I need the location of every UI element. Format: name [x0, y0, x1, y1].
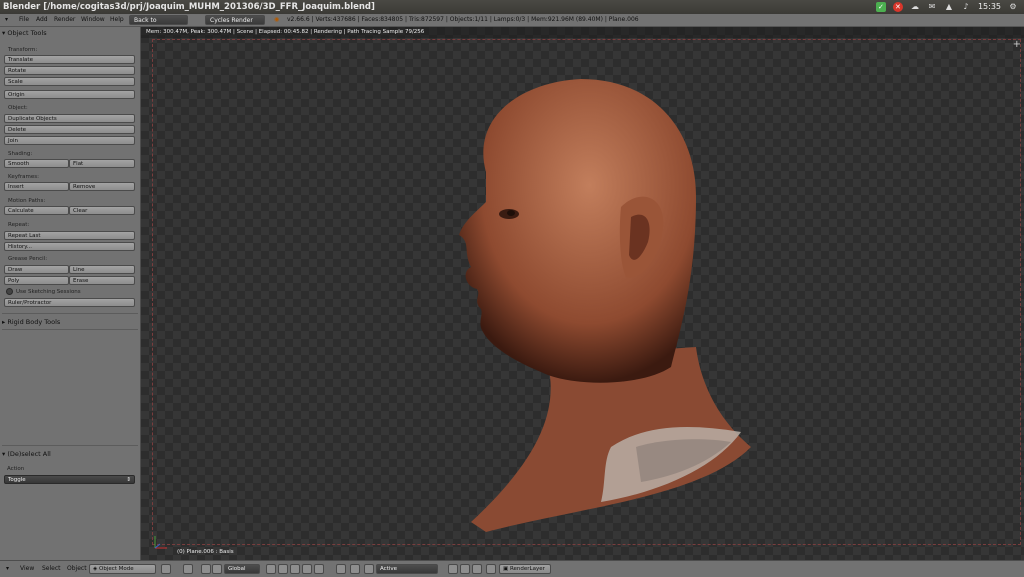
- alert-icon[interactable]: ✕: [892, 2, 903, 12]
- sketching-sessions-label: Use Sketching Sessions: [16, 289, 81, 295]
- back-to-previous-button[interactable]: Back to Previous: [129, 15, 188, 34]
- 3d-viewport[interactable]: Mem: 300.47M, Peak: 300.47M | Scene | El…: [141, 27, 1024, 560]
- opengl-render-icon[interactable]: [472, 564, 482, 574]
- axis-gizmo-icon: [154, 536, 167, 549]
- poly-button[interactable]: Poly: [4, 276, 69, 285]
- cloud-icon[interactable]: ☁: [910, 2, 920, 12]
- join-button[interactable]: Join: [4, 136, 135, 145]
- flat-button[interactable]: Flat: [69, 159, 135, 168]
- layer-3-icon[interactable]: [290, 564, 300, 574]
- update-check-icon[interactable]: ✓: [875, 2, 886, 12]
- panel-divider: [2, 329, 138, 330]
- tool-shelf: ▾ Object Tools Transform: Translate Rota…: [0, 27, 141, 560]
- render-layer-button[interactable]: ▣ RenderLayer: [499, 564, 551, 574]
- object-tools-title: Object Tools: [7, 29, 47, 37]
- manipulator-toggle-icon[interactable]: [201, 564, 211, 574]
- calculate-button[interactable]: Calculate: [4, 206, 69, 215]
- layer-4-icon[interactable]: [302, 564, 312, 574]
- editor-type-icon[interactable]: ▾: [6, 561, 9, 577]
- transform-orientation-dropdown[interactable]: Global: [224, 564, 260, 574]
- motion-paths-label: Motion Paths:: [8, 198, 46, 204]
- deselect-all-panel-header[interactable]: ▾ (De)select All: [2, 449, 51, 459]
- system-tray: ✓ ✕ ☁ ✉ ▲ ♪ 15:35 ⚙: [875, 0, 1018, 14]
- info-header: ▾ File Add Render Window Help Back to Pr…: [0, 14, 1024, 34]
- object-label: Object:: [8, 105, 28, 111]
- active-object-label: (0) Plane.006 : Basis: [177, 549, 234, 555]
- deselect-all-title: (De)select All: [7, 450, 51, 458]
- menu-window[interactable]: Window: [81, 14, 105, 26]
- mode-dropdown[interactable]: ◈ Object Mode: [89, 564, 156, 574]
- layer-2-icon[interactable]: [278, 564, 288, 574]
- translate-manipulator-icon[interactable]: [212, 564, 222, 574]
- mode-label: Object Mode: [98, 566, 134, 572]
- line-button[interactable]: Line: [69, 265, 135, 274]
- dropdown-arrow-icon: ⇕: [126, 477, 131, 483]
- menu-select[interactable]: Select: [42, 561, 61, 577]
- scene-statistics: v2.66.6 | Verts:437686 | Faces:834805 | …: [287, 16, 639, 23]
- layer-1-icon[interactable]: [266, 564, 276, 574]
- viewport-shading-icon[interactable]: [161, 564, 171, 574]
- panel-divider: [2, 313, 138, 314]
- keying-set-dropdown[interactable]: Active: [376, 564, 438, 574]
- origin-button[interactable]: Origin: [4, 90, 135, 99]
- erase-button[interactable]: Erase: [69, 276, 135, 285]
- 3d-view-header: ▾ View Select Object ◈ Object Mode Globa…: [0, 560, 1024, 577]
- layer-5-icon[interactable]: [314, 564, 324, 574]
- repeat-label: Repeat:: [8, 222, 30, 228]
- transform-label: Transform:: [8, 47, 38, 53]
- ruler-protractor-button[interactable]: Ruler/Protractor: [4, 298, 135, 307]
- menu-render[interactable]: Render: [54, 14, 75, 26]
- remove-keyframe-button[interactable]: Remove: [69, 182, 135, 191]
- action-label: Action: [7, 466, 25, 472]
- object-tools-panel-header[interactable]: ▾ Object Tools: [2, 28, 47, 38]
- translate-button[interactable]: Translate: [4, 55, 135, 64]
- volume-icon[interactable]: ♪: [961, 2, 971, 12]
- menu-view[interactable]: View: [20, 561, 34, 577]
- draw-button[interactable]: Draw: [4, 265, 69, 274]
- rotate-button[interactable]: Rotate: [4, 66, 135, 75]
- repeat-last-button[interactable]: Repeat Last: [4, 231, 135, 240]
- render-layer-icon: ▣: [503, 566, 510, 572]
- delete-button[interactable]: Delete: [4, 125, 135, 134]
- grease-pencil-label: Grease Pencil:: [8, 256, 48, 262]
- render-animation-icon[interactable]: [460, 564, 470, 574]
- action-value: Toggle: [8, 477, 26, 483]
- camera-icon[interactable]: [486, 564, 496, 574]
- pivot-point-icon[interactable]: [183, 564, 193, 574]
- power-gear-icon[interactable]: ⚙: [1008, 2, 1018, 12]
- operator-panel-divider: [2, 445, 138, 446]
- clear-button[interactable]: Clear: [69, 206, 135, 215]
- blender-logo-icon: ◉: [274, 16, 280, 23]
- info-menu-icon[interactable]: ▾: [5, 14, 8, 26]
- rigid-body-tools-panel-header[interactable]: ▸ Rigid Body Tools: [2, 317, 60, 327]
- smooth-button[interactable]: Smooth: [4, 159, 69, 168]
- clock[interactable]: 15:35: [978, 0, 1001, 14]
- render-engine-dropdown[interactable]: Cycles Render: [205, 15, 265, 25]
- snap-icon[interactable]: [364, 564, 374, 574]
- menu-help[interactable]: Help: [110, 14, 124, 26]
- menu-file[interactable]: File: [19, 14, 29, 26]
- window-title: Blender [/home/cogitas3d/prj/Joaquim_MUH…: [3, 2, 375, 12]
- render-layer-label: RenderLayer: [509, 566, 545, 572]
- duplicate-objects-button[interactable]: Duplicate Objects: [4, 114, 135, 123]
- rigid-body-tools-title: Rigid Body Tools: [7, 318, 61, 326]
- render-engine-label: Cycles Render: [210, 17, 253, 24]
- insert-keyframe-button[interactable]: Insert: [4, 182, 69, 191]
- mail-icon[interactable]: ✉: [927, 2, 937, 12]
- network-icon[interactable]: ▲: [944, 2, 954, 12]
- lock-camera-icon[interactable]: [336, 564, 346, 574]
- shading-label: Shading:: [8, 151, 33, 157]
- menu-object[interactable]: Object: [67, 561, 87, 577]
- render-still-icon[interactable]: [448, 564, 458, 574]
- sketching-sessions-checkbox[interactable]: [6, 288, 13, 295]
- window-titlebar: Blender [/home/cogitas3d/prj/Joaquim_MUH…: [0, 0, 1024, 14]
- scale-button[interactable]: Scale: [4, 77, 135, 86]
- action-dropdown[interactable]: Toggle ⇕: [4, 475, 135, 484]
- proportional-edit-icon[interactable]: [350, 564, 360, 574]
- menu-add[interactable]: Add: [36, 14, 48, 26]
- history-button[interactable]: History...: [4, 242, 135, 251]
- rendered-head: [459, 79, 751, 532]
- keyframes-label: Keyframes:: [8, 174, 39, 180]
